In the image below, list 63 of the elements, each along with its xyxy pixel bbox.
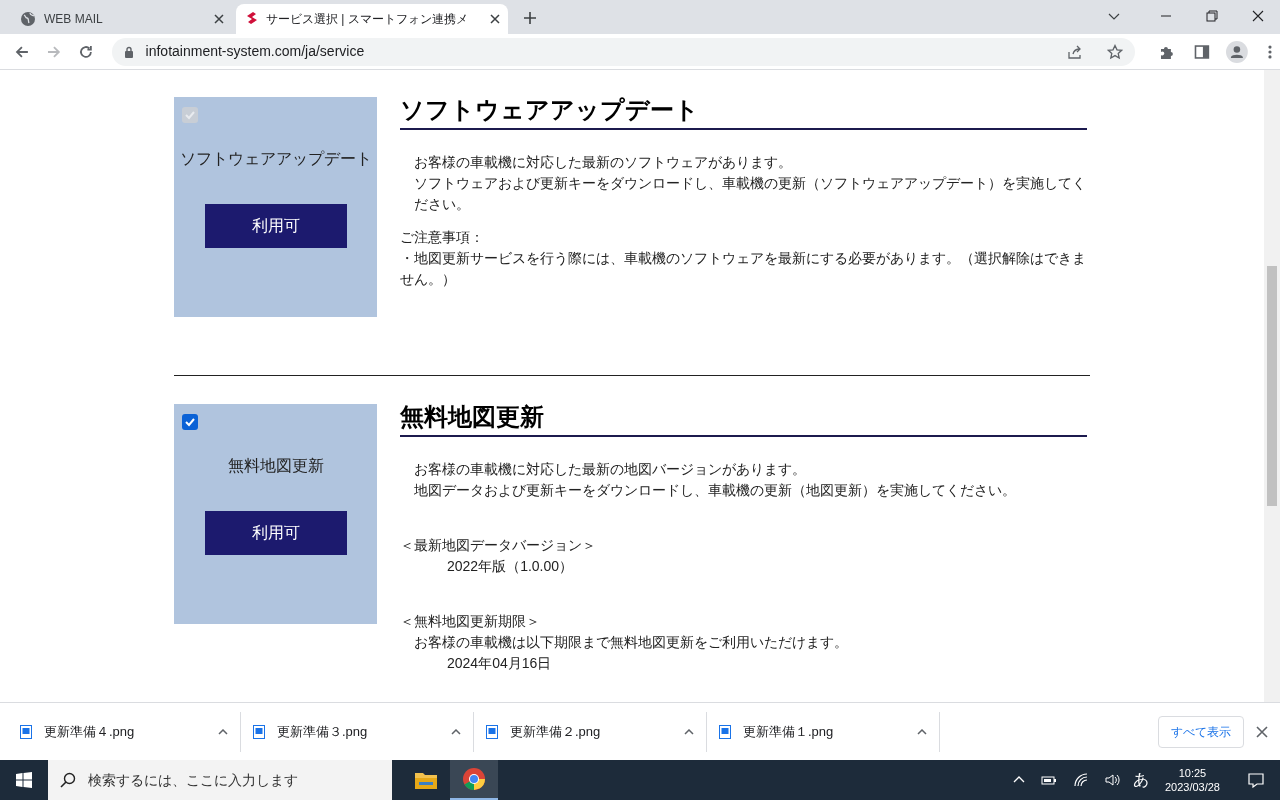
search-icon xyxy=(60,772,76,788)
windows-start-icon[interactable] xyxy=(16,772,32,788)
restore-icon[interactable] xyxy=(1206,10,1218,22)
available-button[interactable]: 利用可 xyxy=(204,511,347,555)
close-tab-icon[interactable] xyxy=(490,14,500,24)
service-name: ソフトウェアアップデート xyxy=(179,149,372,169)
image-file-icon xyxy=(719,724,731,739)
new-tab-icon[interactable] xyxy=(524,12,536,24)
profile-avatar-icon[interactable] xyxy=(1226,40,1249,63)
body-text: 地図データおよび更新キーをダウンロードし、車載機の更新（地図更新）を実施してください。 xyxy=(413,481,1017,500)
lock-icon xyxy=(123,45,134,58)
body-text: ＜無料地図更新期限＞ xyxy=(400,612,541,631)
body-text: ＜最新地図データバージョン＞ xyxy=(400,536,597,555)
ime-indicator[interactable]: あ xyxy=(1132,768,1149,792)
service-name: 無料地図更新 xyxy=(227,456,324,476)
browser-tab[interactable]: WEB MAIL xyxy=(8,4,236,34)
body-text: ・地図更新サービスを行う際には、車載機のソフトウェアを最新にする必要があります。（選択解除はできません。） xyxy=(400,249,1087,289)
clock-date: 2023/03/28 xyxy=(1164,780,1220,794)
image-file-icon xyxy=(20,724,32,739)
body-text: ソフトウェアおよび更新キーをダウンロードし、車載機の更新（ソフトウェアアップデート）を実施してください。 xyxy=(413,174,1087,214)
address-bar[interactable]: infotainment-system.com/ja/service xyxy=(111,37,1135,66)
menu-icon[interactable] xyxy=(1268,44,1272,59)
body-text: お客様の車載機に対応した最新の地図バージョンがあります。 xyxy=(413,460,807,479)
section-title: ソフトウェアアップデート xyxy=(400,97,1087,130)
download-item[interactable]: 更新準備１.png xyxy=(707,711,940,752)
download-item[interactable]: 更新準備４.png xyxy=(8,711,241,752)
folder-icon[interactable] xyxy=(414,770,438,790)
checkmark-icon xyxy=(184,416,196,428)
reload-icon[interactable] xyxy=(77,43,94,60)
value-text: 2022年版（1.0.00） xyxy=(446,557,575,576)
url-text: infotainment-system.com/ja/service xyxy=(145,42,365,61)
share-icon[interactable] xyxy=(1066,43,1083,60)
battery-icon[interactable] xyxy=(1040,774,1057,786)
body-text: ご注意事項： xyxy=(400,228,485,247)
chevron-up-icon[interactable] xyxy=(451,728,461,735)
chevron-up-icon[interactable] xyxy=(218,728,228,735)
show-all-button[interactable]: すべて表示 xyxy=(1158,715,1244,748)
section-title: 無料地図更新 xyxy=(400,404,1087,437)
download-item[interactable]: 更新準備２.png xyxy=(474,711,707,752)
wifi-icon[interactable] xyxy=(1072,772,1089,788)
close-tab-icon[interactable] xyxy=(214,14,224,24)
close-icon[interactable] xyxy=(1256,725,1268,738)
service-checkbox[interactable] xyxy=(182,414,198,430)
browser-tab[interactable]: サービス選択 | スマートフォン連携メ xyxy=(236,4,508,34)
scrollbar[interactable] xyxy=(1264,70,1280,702)
body-text: お客様の車載機に対応した最新のソフトウェアがあります。 xyxy=(413,153,793,172)
image-file-icon xyxy=(253,724,265,739)
body-text: お客様の車載機は以下期限まで無料地図更新をご利用いただけます。 xyxy=(413,633,849,652)
chevron-up-icon[interactable] xyxy=(917,728,927,735)
clock-time: 10:25 xyxy=(1178,766,1207,780)
chevron-up-icon[interactable] xyxy=(684,728,694,735)
notification-icon[interactable] xyxy=(1248,772,1264,788)
download-item[interactable]: 更新準備３.png xyxy=(241,711,474,752)
taskbar-search-field[interactable]: 検索するには、ここに入力します xyxy=(48,760,392,800)
speaker-icon[interactable] xyxy=(1104,772,1121,788)
image-file-icon xyxy=(486,724,498,739)
chrome-browser-icon[interactable] xyxy=(462,767,486,791)
close-window-icon[interactable] xyxy=(1252,10,1264,22)
star-icon[interactable] xyxy=(1106,43,1123,60)
checkmark-icon xyxy=(184,109,196,121)
side-panel-icon[interactable] xyxy=(1194,43,1211,60)
value-text: 2024年04月16日 xyxy=(446,654,553,673)
globe-icon xyxy=(20,11,36,27)
